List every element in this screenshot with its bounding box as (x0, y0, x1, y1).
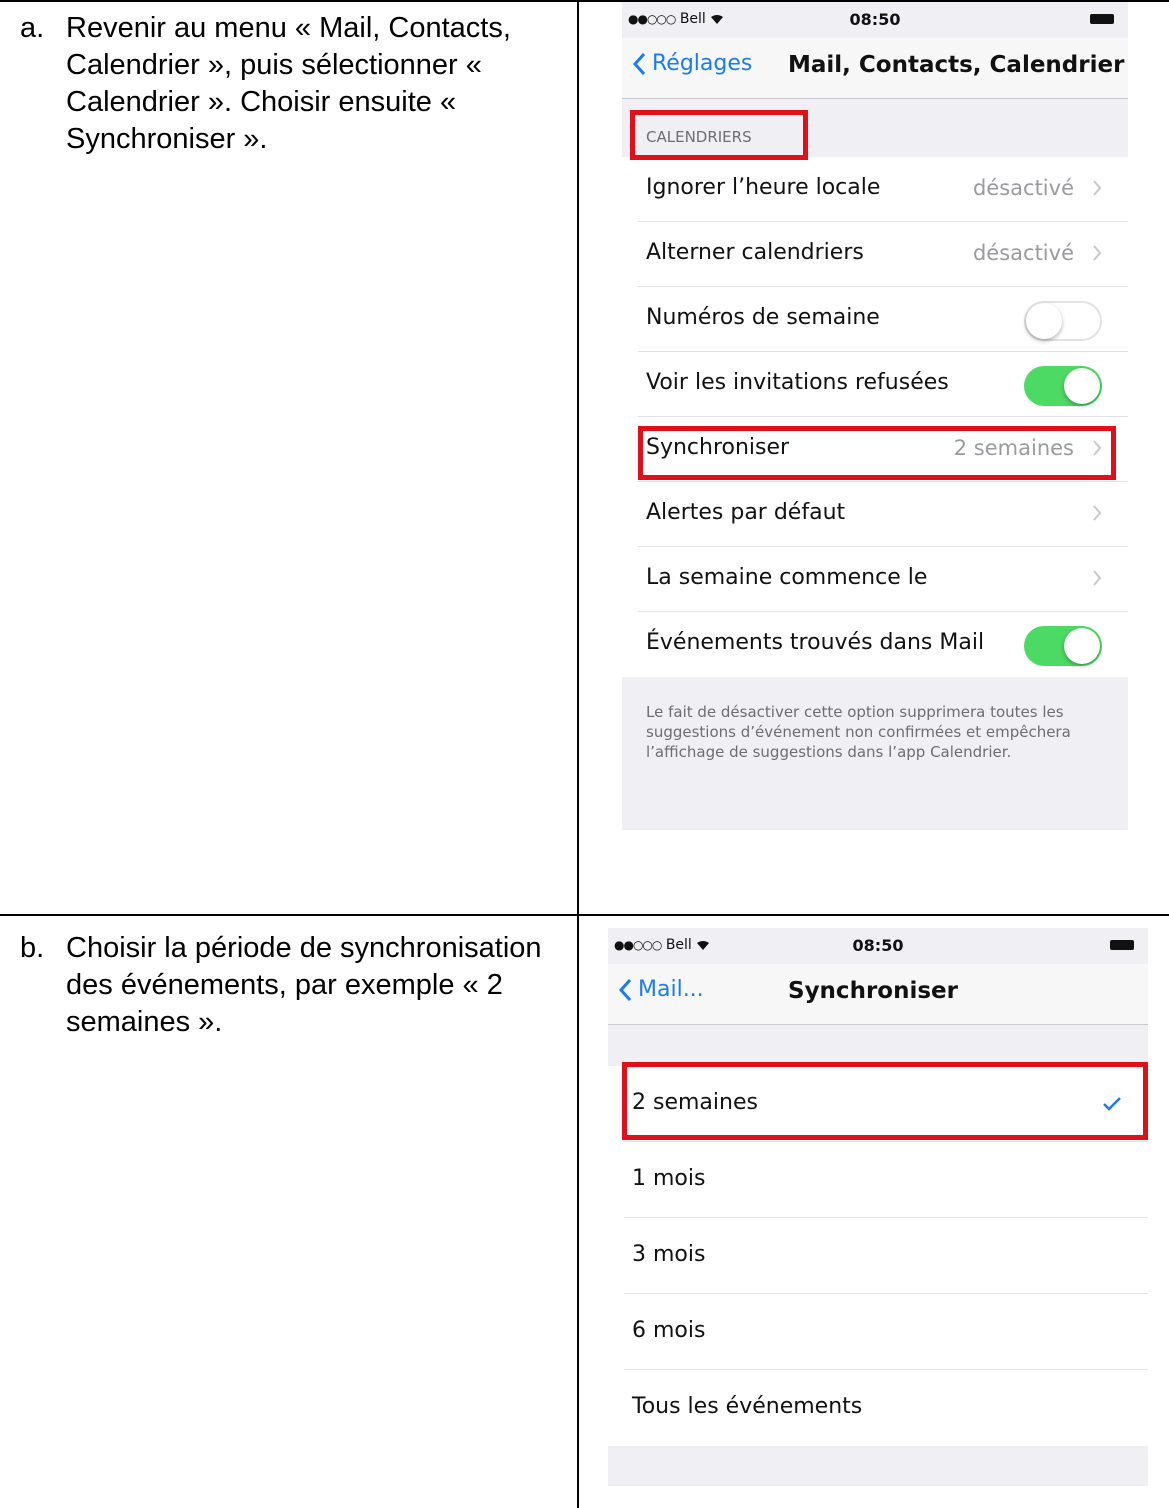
option-tous-evenements[interactable]: Tous les événements (608, 1370, 1148, 1446)
setting-row-alertes-defaut[interactable]: Alertes par défaut (622, 482, 1128, 547)
setting-row-semaine-commence[interactable]: La semaine commence le (622, 547, 1128, 612)
step-marker: b. (20, 932, 45, 964)
step-text: Revenir au menu « Mail, Contacts, Calend… (66, 12, 511, 155)
highlight-box-synchroniser (638, 426, 1116, 480)
table-column-divider (577, 0, 579, 1508)
option-1-mois[interactable]: 1 mois (608, 1142, 1148, 1218)
step-marker: a. (20, 12, 45, 44)
status-bar: ●●○○○ Bell 08:50 (622, 2, 1128, 38)
settings-list: Ignorer l’heure locale désactivé Alterne… (622, 157, 1128, 677)
highlight-box-calendriers (630, 110, 808, 160)
setting-row-numeros-semaine: Numéros de semaine (622, 287, 1128, 352)
clock: 08:50 (852, 936, 904, 955)
footnote-text: Le fait de désactiver cette option suppr… (646, 703, 1071, 761)
option-6-mois[interactable]: 6 mois (608, 1294, 1148, 1370)
status-bar: ●●○○○ Bell 08:50 (608, 928, 1148, 964)
setting-row-evenements-mail: Événements trouvés dans Mail (622, 612, 1128, 677)
option-3-mois[interactable]: 3 mois (608, 1218, 1148, 1294)
table-middle-border (0, 914, 1169, 916)
chevron-right-icon (1093, 570, 1102, 586)
phone-screenshot-settings: ●●○○○ Bell 08:50 Réglages Mail, Contacts… (622, 2, 1128, 830)
battery-icon (1110, 940, 1134, 950)
highlight-box-2-semaines (622, 1062, 1148, 1140)
toggle-switch-off[interactable] (1024, 301, 1102, 341)
chevron-right-icon (1093, 180, 1102, 196)
battery-icon (1090, 14, 1114, 24)
clock: 08:50 (849, 10, 901, 29)
chevron-right-icon (1093, 505, 1102, 521)
chevron-left-icon (632, 52, 646, 75)
setting-row-alterner-calendriers[interactable]: Alterner calendriers désactivé (622, 222, 1128, 287)
page-title: Synchroniser (788, 978, 958, 1004)
back-button[interactable]: Réglages (632, 51, 752, 76)
chevron-left-icon (618, 978, 632, 1001)
phone-screenshot-synchroniser: ●●○○○ Bell 08:50 Mail... Synchroniser 2 … (608, 928, 1148, 1486)
setting-row-ignorer-heure[interactable]: Ignorer l’heure locale désactivé (622, 157, 1128, 222)
back-button[interactable]: Mail... (618, 977, 704, 1002)
navigation-bar: Mail... Synchroniser (608, 964, 1148, 1025)
page-title: Mail, Contacts, Calendrier (788, 52, 1125, 78)
toggle-switch-on[interactable] (1024, 626, 1102, 666)
setting-row-invitations-refusees: Voir les invitations refusées (622, 352, 1128, 417)
step-text: Choisir la période de synchronisation de… (66, 932, 542, 1038)
toggle-switch-on[interactable] (1024, 366, 1102, 406)
chevron-right-icon (1093, 245, 1102, 261)
navigation-bar: Réglages Mail, Contacts, Calendrier (622, 38, 1128, 99)
